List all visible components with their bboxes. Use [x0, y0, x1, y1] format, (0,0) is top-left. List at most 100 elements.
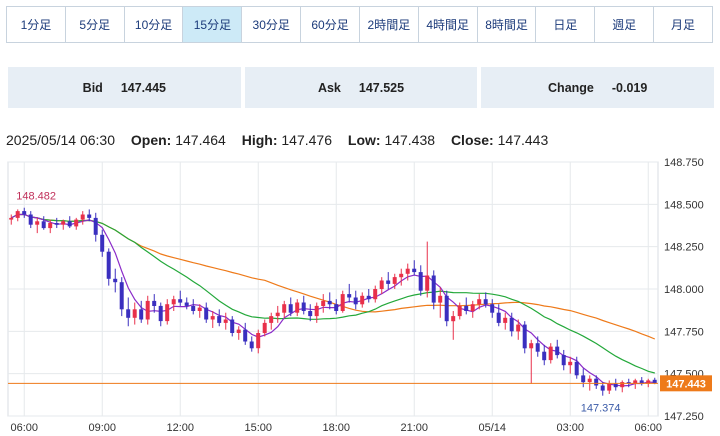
candle-body — [321, 300, 326, 306]
candle-body — [210, 316, 215, 320]
period-low-label: 147.374 — [581, 403, 621, 415]
candle-body — [269, 316, 274, 323]
candle-body — [561, 355, 566, 366]
candle-body — [490, 304, 495, 313]
candle-body — [256, 333, 261, 349]
x-tick-label: 05/14 — [478, 422, 506, 434]
candle-body — [301, 302, 306, 311]
candle-body — [594, 378, 599, 386]
candle-body — [178, 299, 183, 303]
candle-body — [418, 272, 423, 291]
candle-body — [347, 294, 352, 298]
candle-body — [48, 223, 53, 229]
x-tick-label: 15:00 — [244, 422, 272, 434]
x-tick-label: 06:00 — [10, 422, 38, 434]
candle-body — [503, 317, 508, 323]
candle-body — [555, 346, 560, 356]
candle-body — [327, 300, 332, 305]
candle-body — [113, 278, 118, 283]
candle-body — [74, 219, 79, 227]
candle-body — [405, 268, 410, 274]
candle-body — [470, 304, 475, 311]
candle-body — [119, 282, 124, 310]
candle-body — [15, 211, 20, 218]
candle-body — [54, 223, 59, 225]
candle-body — [217, 316, 222, 323]
candle-body — [568, 361, 573, 366]
candle-body — [340, 294, 345, 311]
candle-body — [80, 214, 85, 220]
last-price-label: 147.443 — [666, 378, 706, 390]
candle-body — [516, 324, 521, 332]
candle-body — [587, 378, 592, 383]
candle-body — [262, 322, 267, 334]
candle-body — [139, 309, 144, 320]
candle-body — [9, 217, 14, 220]
candle-body — [197, 307, 202, 311]
x-tick-label: 03:00 — [556, 422, 584, 434]
candle-body — [535, 343, 540, 352]
candle-body — [28, 214, 33, 225]
candle-body — [295, 302, 300, 313]
candle-body — [600, 385, 605, 391]
candle-body — [399, 273, 404, 278]
candle-body — [464, 305, 469, 311]
candle-body — [67, 221, 72, 227]
x-tick-label: 12:00 — [166, 422, 194, 434]
y-tick-label: 148.000 — [664, 284, 704, 296]
candle-body — [249, 341, 254, 349]
candle-body — [379, 280, 384, 289]
x-tick-label: 18:00 — [322, 422, 350, 434]
candle-body — [438, 295, 443, 303]
candlestick-chart[interactable]: 06:00 09:00 12:00 15:00 18:00 21:00 05/14 03:00… — [0, 0, 720, 436]
candle-body — [334, 304, 339, 311]
period-high-label: 148.482 — [16, 191, 56, 203]
candle-body — [574, 361, 579, 376]
candle-body — [431, 275, 436, 303]
x-tick-label: 21:00 — [400, 422, 428, 434]
candle-body — [158, 305, 163, 322]
candle-body — [41, 221, 46, 229]
candle-body — [100, 234, 105, 252]
candle-body — [152, 300, 157, 306]
candle-body — [444, 295, 449, 322]
candle-body — [607, 383, 612, 391]
candle-body — [451, 316, 456, 322]
y-tick-label: 148.500 — [664, 199, 704, 211]
x-tick-label: 09:00 — [88, 422, 116, 434]
candle-body — [392, 277, 397, 284]
candle-body — [529, 343, 534, 349]
candle-body — [165, 304, 170, 322]
candle-body — [61, 221, 66, 225]
candle-body — [425, 275, 430, 291]
candle-body — [93, 217, 98, 235]
candle-body — [548, 346, 553, 361]
candle-body — [145, 300, 150, 320]
candle-body — [386, 280, 391, 284]
candle-body — [275, 312, 280, 317]
candle-body — [243, 329, 248, 342]
candle-body — [373, 289, 378, 300]
candle-body — [22, 211, 27, 215]
candle-body — [483, 299, 488, 305]
candle-body — [613, 383, 618, 388]
candle-body — [35, 221, 40, 225]
candle-body — [171, 299, 176, 305]
candle-body — [191, 305, 196, 311]
candle-body — [542, 351, 547, 361]
candle-body — [230, 319, 235, 333]
candle-body — [87, 214, 92, 218]
candle-body — [412, 268, 417, 273]
candle-body — [581, 375, 586, 383]
candle-body — [522, 324, 527, 349]
candle-body — [366, 295, 371, 300]
candle-body — [496, 312, 501, 323]
candle-body — [288, 304, 293, 313]
candle-body — [132, 309, 137, 318]
candle-body — [126, 309, 131, 318]
candle-body — [353, 297, 358, 305]
candle-body — [282, 304, 287, 313]
candle-body — [308, 311, 313, 317]
candle-body — [360, 295, 365, 305]
candle-body — [236, 329, 241, 333]
